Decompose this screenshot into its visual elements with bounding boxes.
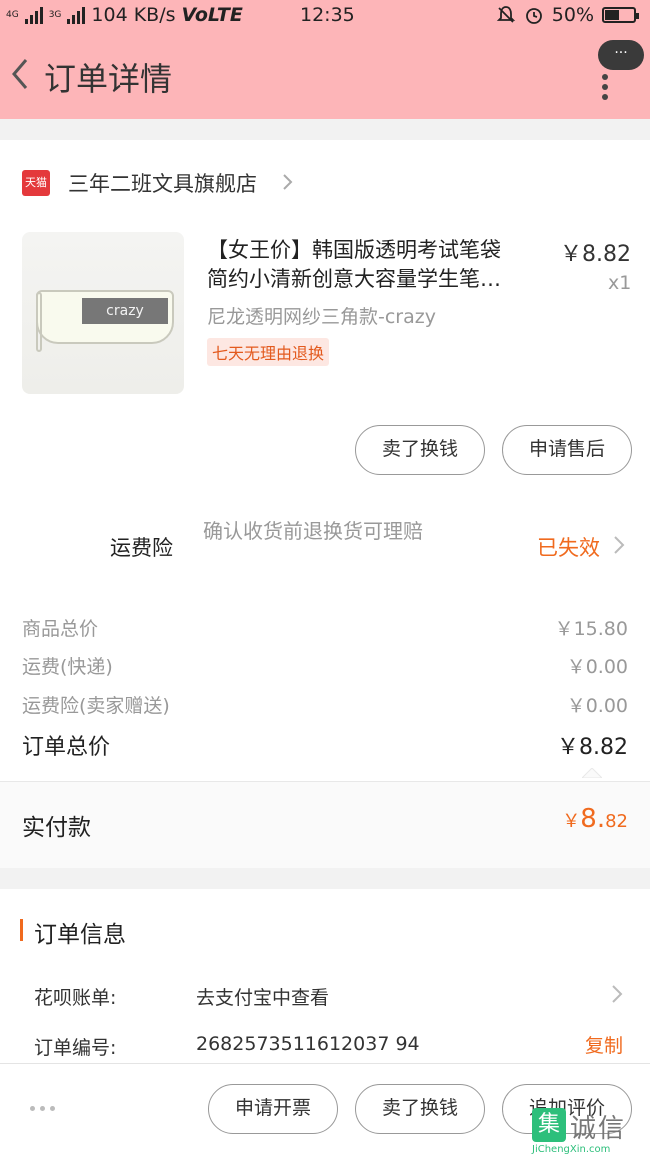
product-title-line1: 【女王价】韩国版透明考试笔袋 (207, 238, 501, 262)
section-accent-bar (20, 919, 23, 941)
signal-icon-2 (67, 6, 86, 24)
header-bar: 4G 3G 104 KB/s VoLTE 12:35 50% 订单详情 ··· (0, 0, 650, 119)
more-bubble[interactable]: ··· (598, 40, 644, 70)
summary-label: 运费险(卖家赠送) (22, 695, 170, 717)
signal-icon (24, 6, 43, 24)
more-actions-icon[interactable] (30, 1106, 55, 1111)
tmall-logo-icon: 天猫 (22, 170, 50, 196)
huabei-row[interactable]: 花呗账单: 去支付宝中查看 (34, 983, 329, 1010)
summary-row: 运费险(卖家赠送) ￥0.00 (22, 691, 628, 718)
order-card: 天猫 三年二班文具旗舰店 crazy 【女王价】韩国版透明考试笔袋 简约小清新创… (0, 140, 650, 868)
watermark-url: JiChengXin.com (532, 1144, 611, 1155)
product-title-line2: 简约小清新创意大容量学生笔… (207, 267, 501, 291)
return-policy-badge: 七天无理由退换 (207, 338, 330, 366)
back-arrow-icon[interactable] (6, 54, 36, 94)
amount-currency: ￥ (562, 811, 581, 832)
summary-value: ￥15.80 (554, 618, 628, 640)
clock: 12:35 (300, 4, 355, 26)
summary-value: ￥0.00 (566, 656, 628, 678)
order-total-label: 订单总价 (22, 735, 111, 760)
product-title[interactable]: 【女王价】韩国版透明考试笔袋 简约小清新创意大容量学生笔… (207, 236, 537, 294)
zipper-pull (36, 292, 42, 352)
chevron-right-icon[interactable] (610, 983, 624, 1005)
order-info-title: 订单信息 (34, 922, 126, 948)
watermark-box: 集 (532, 1108, 566, 1142)
resell-button[interactable]: 卖了换钱 (355, 1084, 485, 1134)
volte-indicator: VoLTE (181, 4, 243, 26)
summary-label: 商品总价 (22, 618, 99, 640)
network-speed: 104 KB/s (91, 4, 176, 26)
order-total-row: 订单总价 ￥8.82 (22, 729, 628, 761)
alarm-icon (525, 8, 542, 24)
summary-row: 商品总价 ￥15.80 (22, 614, 628, 641)
info-label: 花呗账单: (34, 987, 117, 1009)
status-bar: 4G 3G 104 KB/s VoLTE 12:35 50% (0, 0, 650, 34)
request-invoice-button[interactable]: 申请开票 (208, 1084, 338, 1134)
info-value[interactable]: 去支付宝中查看 (196, 983, 329, 1010)
chevron-right-icon[interactable] (280, 172, 296, 192)
shipping-insurance-status[interactable]: 已失效 (537, 532, 600, 562)
summary-row: 运费(快递) ￥0.00 (22, 652, 628, 679)
after-sales-button[interactable]: 申请售后 (502, 425, 632, 475)
shipping-insurance-label: 运费险 (110, 536, 173, 560)
battery-percent: 50% (551, 4, 594, 26)
pointer-notch (582, 768, 602, 778)
page-title: 订单详情 (44, 60, 173, 98)
info-label: 订单编号: (34, 1037, 117, 1059)
shop-row[interactable]: 天猫 三年二班文具旗舰店 (22, 168, 257, 198)
shop-name[interactable]: 三年二班文具旗舰店 (68, 168, 257, 198)
order-total-value: ￥8.82 (557, 735, 628, 760)
network-type-icon: 4G (6, 9, 19, 20)
product-sku: 尼龙透明网纱三角款-crazy (207, 306, 436, 328)
resell-button[interactable]: 卖了换钱 (355, 425, 485, 475)
amount-integer: 8. (580, 804, 606, 834)
battery-icon (602, 7, 639, 23)
amount-paid-value: ￥8.82 (562, 804, 628, 834)
amount-decimal: 82 (605, 811, 628, 832)
amount-paid-row: 实付款 ￥8.82 (0, 781, 650, 868)
product-image[interactable]: crazy (22, 232, 184, 394)
order-info-section: 订单信息 花呗账单: 去支付宝中查看 订单编号: 268257351161203… (0, 889, 650, 1064)
more-menu-icon[interactable] (602, 70, 612, 110)
order-number-row: 订单编号: 2682573511612037 94 (34, 1033, 420, 1060)
network-type-icon-2: 3G (48, 9, 62, 20)
info-value: 2682573511612037 94 (196, 1033, 420, 1055)
amount-paid-label: 实付款 (22, 815, 91, 841)
copy-button[interactable]: 复制 (585, 1031, 623, 1058)
mute-bell-icon (496, 6, 515, 23)
summary-label: 运费(快递) (22, 656, 113, 678)
product-price: ￥8.82 (560, 242, 631, 267)
watermark-text: 诚信 (570, 1114, 627, 1144)
product-quantity: x1 (608, 272, 632, 294)
summary-value: ￥0.00 (566, 695, 628, 717)
chevron-right-icon[interactable] (612, 534, 626, 556)
shipping-insurance-desc: 确认收货前退换货可理赔 (203, 519, 423, 543)
product-image-label: crazy (82, 298, 168, 324)
watermark-logo: 集 诚信 JiChengXin.com (532, 1108, 650, 1155)
